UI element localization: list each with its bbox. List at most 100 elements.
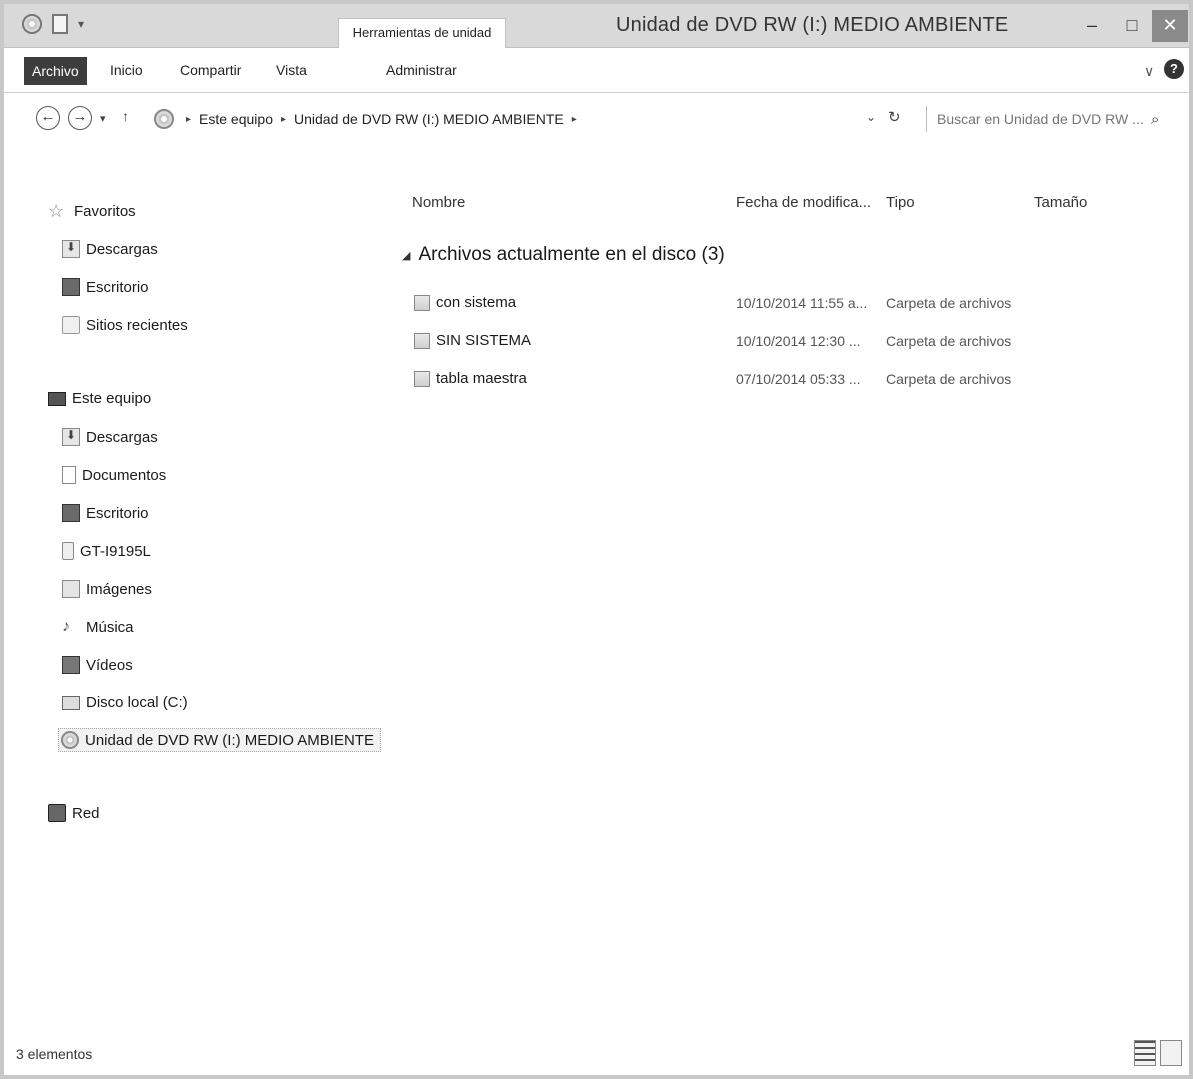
nav-favorites[interactable]: ☆ Favoritos xyxy=(48,202,136,220)
search-input[interactable] xyxy=(937,111,1147,127)
downloads-icon xyxy=(62,428,80,446)
computer-icon xyxy=(48,391,66,406)
local-disk-icon xyxy=(62,695,80,710)
tab-view[interactable]: Vista xyxy=(276,62,307,78)
folder-icon xyxy=(414,294,430,311)
close-button[interactable]: ✕ xyxy=(1152,10,1188,42)
large-icons-view-icon[interactable] xyxy=(1160,1040,1182,1066)
recent-places-icon xyxy=(62,316,80,334)
videos-icon xyxy=(62,656,80,674)
recent-locations-icon[interactable]: ▾ xyxy=(100,112,106,125)
column-header-size[interactable]: Tamaño xyxy=(1034,194,1087,211)
tab-share[interactable]: Compartir xyxy=(180,62,241,78)
window-title: Unidad de DVD RW (I:) MEDIO AMBIENTE xyxy=(616,14,1009,36)
minimize-button[interactable]: ‒ xyxy=(1074,10,1110,42)
nav-label: Descargas xyxy=(86,428,158,446)
tab-drive-tools[interactable]: Herramientas de unidad xyxy=(338,18,506,48)
star-icon: ☆ xyxy=(48,201,65,221)
folder-icon xyxy=(414,332,430,349)
nav-label: Vídeos xyxy=(86,656,133,674)
search-icon[interactable]: ⌕ xyxy=(1151,111,1159,128)
nav-pc-local-disk[interactable]: Disco local (C:) xyxy=(62,694,188,711)
nav-label: Escritorio xyxy=(86,278,149,296)
nav-pc-phone[interactable]: GT-I9195L xyxy=(62,542,151,560)
column-header-date[interactable]: Fecha de modifica... xyxy=(736,194,871,211)
nav-label: Escritorio xyxy=(86,504,149,522)
breadcrumb-separator-icon[interactable]: ▸ xyxy=(186,114,191,125)
nav-pc-desktop[interactable]: Escritorio xyxy=(62,504,149,522)
nav-this-pc[interactable]: Este equipo xyxy=(48,390,151,407)
nav-pc-pictures[interactable]: Imágenes xyxy=(62,580,152,598)
address-bar[interactable]: ▸ Este equipo ▸ Unidad de DVD RW (I:) ME… xyxy=(154,104,914,134)
back-button[interactable]: ← xyxy=(36,106,60,130)
tab-file[interactable]: Archivo xyxy=(24,57,87,85)
folder-icon xyxy=(414,370,430,387)
breadcrumb-separator-icon[interactable]: ▸ xyxy=(281,114,286,125)
nav-pc-music[interactable]: ♪ Música xyxy=(62,618,134,636)
nav-label: Red xyxy=(72,804,100,822)
pictures-icon xyxy=(62,580,80,598)
documents-icon xyxy=(62,466,76,484)
refresh-icon[interactable]: ↻ xyxy=(888,108,901,126)
explorer-window: ▾ Herramientas de unidad Unidad de DVD R… xyxy=(0,0,1193,1079)
nav-label: Unidad de DVD RW (I:) MEDIO AMBIENTE xyxy=(85,731,374,749)
music-icon: ♪ xyxy=(62,618,70,635)
file-date: 07/10/2014 05:33 ... xyxy=(736,371,861,387)
nav-label: Música xyxy=(86,618,134,636)
up-arrow-icon[interactable]: ↑ xyxy=(122,108,129,124)
column-header-name[interactable]: Nombre xyxy=(412,194,465,211)
nav-favorites-recent[interactable]: Sitios recientes xyxy=(62,316,188,334)
breadcrumb-this-pc[interactable]: Este equipo xyxy=(199,111,273,127)
file-type: Carpeta de archivos xyxy=(886,371,1012,387)
maximize-button[interactable]: □ xyxy=(1114,10,1150,42)
file-type: Carpeta de archivos xyxy=(886,295,1012,311)
file-date: 10/10/2014 11:55 a... xyxy=(736,295,868,311)
desktop-icon xyxy=(62,504,80,522)
chevron-down-icon[interactable]: ▾ xyxy=(78,17,84,31)
nav-pc-documents[interactable]: Documentos xyxy=(62,466,166,484)
desktop-icon xyxy=(62,278,80,296)
collapse-triangle-icon[interactable]: ◢ xyxy=(402,249,410,262)
nav-network[interactable]: Red xyxy=(48,804,100,822)
nav-label: Favoritos xyxy=(74,202,136,220)
file-name: tabla maestra xyxy=(436,370,527,387)
dvd-drive-icon xyxy=(61,731,79,749)
file-name: SIN SISTEMA xyxy=(436,332,532,349)
table-row[interactable]: con sistema 10/10/2014 11:55 a... Carpet… xyxy=(414,290,1114,318)
group-header[interactable]: ◢ Archivos actualmente en el disco (3) xyxy=(402,244,725,266)
file-type: Carpeta de archivos xyxy=(886,333,1012,349)
expand-ribbon-icon[interactable]: ∨ xyxy=(1144,63,1154,80)
network-icon xyxy=(48,804,66,822)
nav-label: Sitios recientes xyxy=(86,316,188,334)
breadcrumb-dvd-drive[interactable]: Unidad de DVD RW (I:) MEDIO AMBIENTE xyxy=(294,111,564,127)
title-bar: ▾ Herramientas de unidad Unidad de DVD R… xyxy=(4,4,1189,48)
breadcrumb-separator-icon[interactable]: ▸ xyxy=(572,114,577,125)
nav-pc-downloads[interactable]: Descargas xyxy=(62,428,158,446)
forward-button[interactable]: → xyxy=(68,106,92,130)
properties-icon[interactable] xyxy=(52,14,68,34)
dvd-drive-icon xyxy=(22,14,42,34)
details-view-icon[interactable] xyxy=(1134,1040,1156,1066)
phone-icon xyxy=(62,542,74,560)
address-dropdown-icon[interactable]: ⌄ xyxy=(866,110,876,124)
search-box[interactable]: ⌕ xyxy=(926,106,1180,132)
nav-favorites-downloads[interactable]: Descargas xyxy=(62,240,158,258)
file-name: con sistema xyxy=(436,294,517,311)
nav-pc-videos[interactable]: Vídeos xyxy=(62,656,133,674)
nav-label: GT-I9195L xyxy=(80,542,151,560)
help-icon[interactable]: ? xyxy=(1164,59,1184,79)
tab-home[interactable]: Inicio xyxy=(110,62,143,78)
nav-label: Disco local (C:) xyxy=(86,694,188,711)
quick-access-toolbar: ▾ xyxy=(22,14,84,34)
address-row: ← → ▾ ↑ ▸ Este equipo ▸ Unidad de DVD RW… xyxy=(4,94,1189,142)
table-row[interactable]: SIN SISTEMA 10/10/2014 12:30 ... Carpeta… xyxy=(414,328,1114,356)
file-date: 10/10/2014 12:30 ... xyxy=(736,333,861,349)
table-row[interactable]: tabla maestra 07/10/2014 05:33 ... Carpe… xyxy=(414,366,1114,394)
nav-label: Documentos xyxy=(82,466,167,484)
nav-favorites-desktop[interactable]: Escritorio xyxy=(62,278,149,296)
tab-manage[interactable]: Administrar xyxy=(386,62,457,78)
column-header-type[interactable]: Tipo xyxy=(886,194,915,211)
nav-pc-dvd-drive[interactable]: Unidad de DVD RW (I:) MEDIO AMBIENTE xyxy=(58,728,381,752)
nav-label: Este equipo xyxy=(72,390,152,407)
nav-label: Descargas xyxy=(86,240,158,258)
